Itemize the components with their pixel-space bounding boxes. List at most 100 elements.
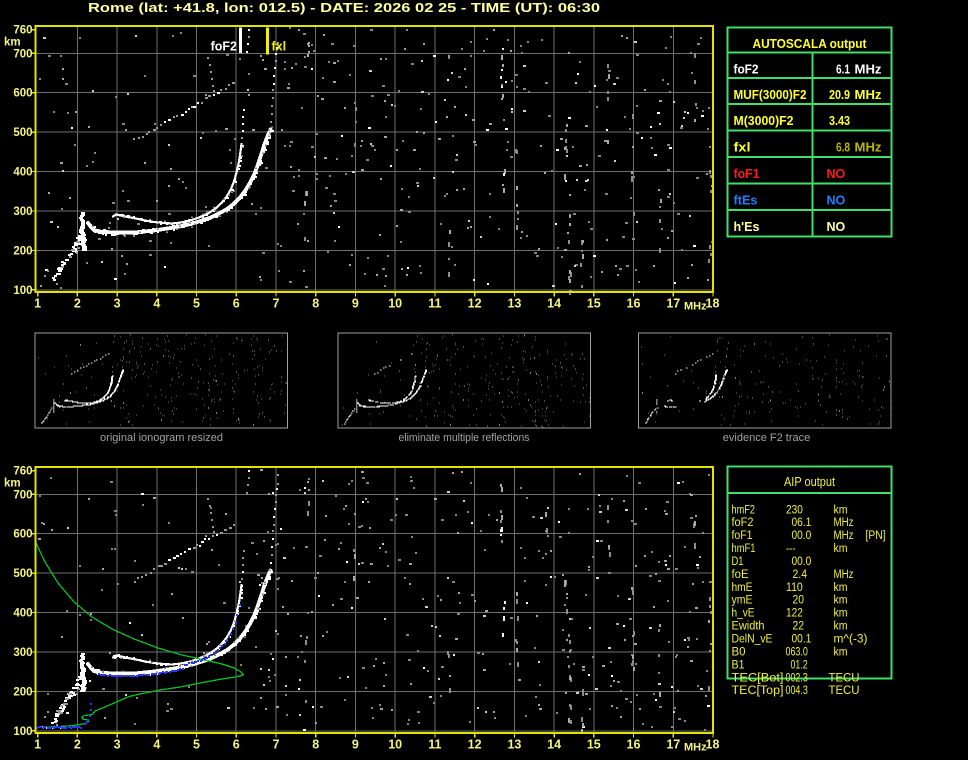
svg-text:2: 2 [74, 297, 81, 311]
svg-text:300: 300 [13, 206, 32, 218]
svg-text:16: 16 [627, 297, 641, 311]
svg-text:500: 500 [13, 568, 32, 580]
svg-text:400: 400 [13, 167, 32, 179]
svg-text:13: 13 [507, 738, 521, 752]
svg-text:9: 9 [352, 297, 359, 311]
svg-text:eliminate multiple reflections: eliminate multiple reflections [399, 432, 530, 444]
svg-text:km: km [4, 37, 21, 49]
svg-text:00.0: 00.0 [792, 556, 812, 568]
svg-text:D1: D1 [732, 556, 744, 568]
svg-text:NO: NO [827, 220, 846, 234]
svg-text:km: km [834, 595, 848, 607]
svg-text:6: 6 [233, 297, 240, 311]
svg-text:h'Es: h'Es [734, 220, 760, 234]
svg-text:600: 600 [13, 529, 32, 541]
svg-text:MHz: MHz [684, 301, 707, 313]
svg-text:original ionogram resized: original ionogram resized [100, 432, 223, 444]
svg-text:1: 1 [34, 738, 41, 752]
svg-text:110: 110 [786, 582, 803, 594]
svg-text:2.4: 2.4 [793, 569, 808, 581]
svg-text:600: 600 [13, 88, 32, 100]
svg-text:4: 4 [153, 297, 160, 311]
svg-text:foF1: foF1 [734, 167, 760, 181]
svg-text:MHz: MHz [834, 517, 854, 529]
svg-text:760: 760 [13, 25, 32, 37]
svg-text:063.0: 063.0 [786, 646, 808, 658]
svg-text:hmF1: hmF1 [732, 543, 756, 555]
svg-text:MHz: MHz [855, 63, 882, 77]
svg-text:TECU: TECU [829, 685, 860, 697]
svg-text:10: 10 [388, 738, 402, 752]
svg-text:11: 11 [428, 297, 441, 311]
svg-text:18: 18 [706, 297, 720, 311]
svg-text:Rome (lat: +41.8, lon: 012.5): Rome (lat: +41.8, lon: 012.5) - DATE: 20… [88, 0, 600, 15]
svg-text:NO: NO [827, 194, 846, 208]
svg-text:300: 300 [13, 647, 32, 659]
svg-text:004.3: 004.3 [786, 685, 808, 697]
svg-text:hmF2: hmF2 [732, 504, 756, 516]
svg-text:16: 16 [627, 738, 641, 752]
svg-text:M(3000)F2: M(3000)F2 [734, 114, 794, 128]
svg-text:foF2: foF2 [211, 40, 237, 54]
svg-text:2: 2 [74, 738, 81, 752]
svg-text:ftEs: ftEs [734, 194, 758, 208]
svg-text:foF2: foF2 [732, 517, 754, 529]
svg-text:400: 400 [13, 608, 32, 620]
svg-text:3: 3 [114, 738, 121, 752]
svg-text:km: km [834, 582, 848, 594]
svg-text:m^(-3): m^(-3) [834, 634, 868, 646]
svg-text:km: km [834, 608, 848, 620]
svg-text:700: 700 [13, 48, 32, 60]
svg-text:km: km [834, 646, 848, 658]
svg-text:20: 20 [793, 595, 805, 607]
svg-text:1: 1 [34, 297, 41, 311]
svg-text:5: 5 [193, 738, 200, 752]
svg-text:8: 8 [312, 738, 319, 752]
svg-text:002.3: 002.3 [786, 672, 808, 684]
svg-text:foF1: foF1 [732, 530, 753, 542]
svg-text:7: 7 [273, 297, 280, 311]
svg-text:18: 18 [706, 738, 720, 752]
svg-text:DelN_vE: DelN_vE [732, 634, 773, 646]
svg-text:500: 500 [13, 127, 32, 139]
svg-text:6: 6 [233, 738, 240, 752]
svg-text:06.1: 06.1 [792, 517, 812, 529]
svg-text:km: km [834, 543, 848, 555]
svg-text:MHz: MHz [855, 88, 882, 102]
svg-text:MHz: MHz [684, 742, 707, 754]
svg-text:10: 10 [388, 297, 402, 311]
svg-text:200: 200 [13, 686, 32, 698]
svg-text:3.43: 3.43 [829, 114, 850, 128]
svg-text:17: 17 [666, 738, 680, 752]
svg-text:h_vE: h_vE [732, 608, 755, 620]
svg-text:MUF(3000)F2: MUF(3000)F2 [734, 88, 807, 102]
svg-text:15: 15 [587, 297, 601, 311]
svg-text:9: 9 [352, 738, 359, 752]
svg-text:evidence F2 trace: evidence F2 trace [723, 432, 810, 444]
svg-text:---: --- [786, 543, 796, 555]
svg-text:11: 11 [428, 738, 441, 752]
svg-text:km: km [834, 621, 848, 633]
svg-text:fxl: fxl [272, 40, 287, 54]
svg-text:km: km [4, 478, 21, 490]
svg-text:230: 230 [786, 504, 803, 516]
svg-text:5: 5 [193, 297, 200, 311]
svg-text:20.9: 20.9 [829, 88, 850, 102]
svg-text:foE: foE [732, 569, 749, 581]
svg-text:200: 200 [13, 245, 32, 257]
svg-text:Ewidth: Ewidth [732, 621, 765, 633]
svg-text:B1: B1 [732, 659, 745, 671]
svg-text:foF2: foF2 [734, 63, 759, 77]
svg-text:6.8: 6.8 [836, 140, 850, 154]
svg-text:00.0: 00.0 [792, 530, 812, 542]
svg-text:22: 22 [793, 621, 805, 633]
svg-text:4: 4 [153, 738, 160, 752]
svg-text:7: 7 [273, 738, 280, 752]
svg-text:TEC[Top]: TEC[Top] [732, 685, 784, 697]
svg-text:TEC[Bot]: TEC[Bot] [732, 672, 784, 684]
svg-text:14: 14 [547, 738, 561, 752]
svg-text:100: 100 [13, 726, 32, 738]
svg-text:00.1: 00.1 [792, 634, 812, 646]
svg-text:760: 760 [13, 466, 32, 478]
svg-text:15: 15 [587, 738, 601, 752]
